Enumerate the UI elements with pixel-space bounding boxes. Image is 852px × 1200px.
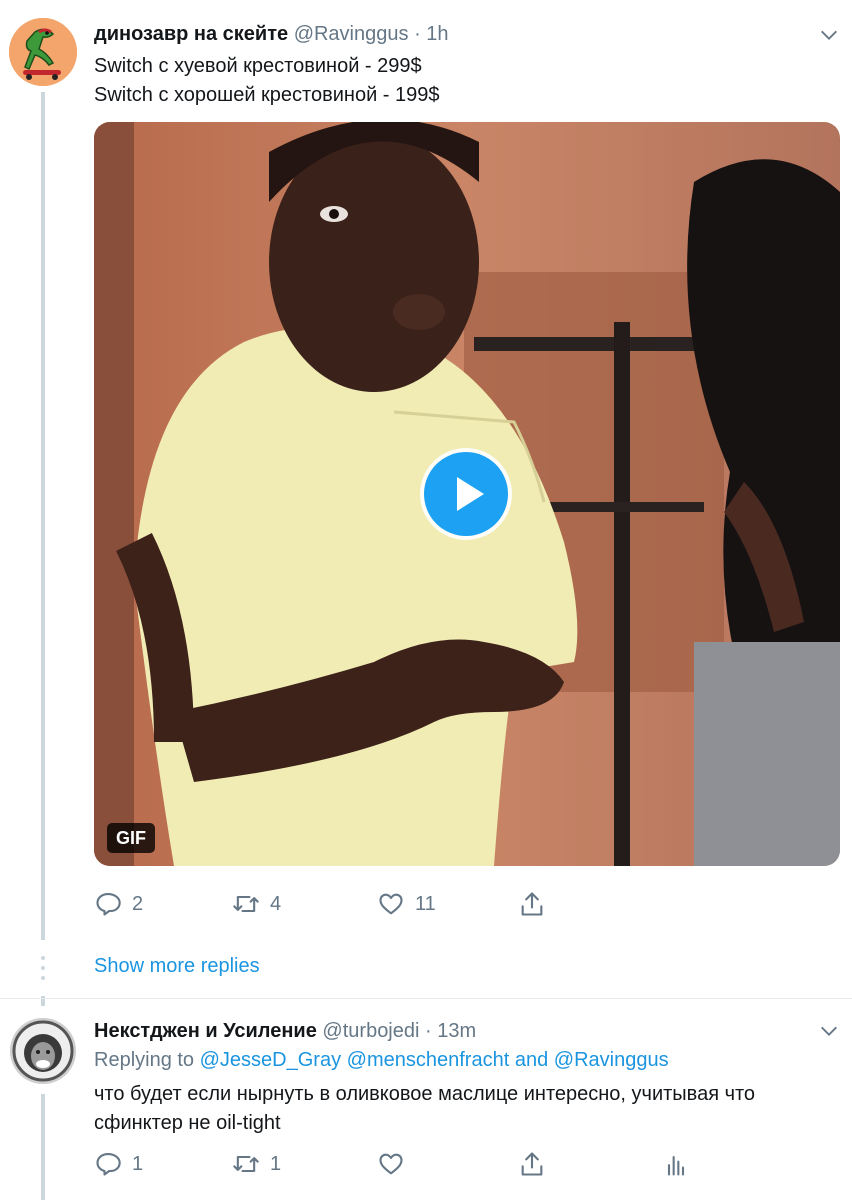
tweet-text-line: Switch с хорошей крестовиной - 199$	[94, 84, 440, 106]
dinosaur-avatar-image	[9, 18, 77, 86]
display-name[interactable]: Некстджен и Усиление	[94, 1020, 317, 1042]
tweet-header: динозавр на скейте @Ravinggus · 1h	[94, 23, 449, 46]
retweet-button[interactable]: 4	[232, 890, 281, 918]
reply-count: 2	[132, 892, 144, 915]
retweet-icon	[233, 1155, 259, 1173]
gif-badge: GIF	[107, 823, 155, 853]
tweet-text-line: Switch с хуевой крестовиной - 299$	[94, 55, 422, 77]
like-button[interactable]: 11	[377, 890, 436, 918]
reply-button[interactable]: 1	[94, 1150, 143, 1178]
tweet-text: что будет если нырнуть в оливковое масли…	[94, 1080, 755, 1138]
user-handle[interactable]: @turbojedi	[322, 1020, 419, 1042]
tweet-text: Switch с хуевой крестовиной - 299$ Switc…	[94, 52, 440, 110]
share-button[interactable]	[518, 1150, 556, 1178]
chevron-down-icon[interactable]	[818, 1020, 840, 1042]
analytics-button[interactable]	[662, 1150, 700, 1178]
astronaut-avatar-image	[10, 1018, 76, 1084]
like-icon	[379, 1153, 403, 1175]
thread-dot	[41, 966, 45, 970]
retweet-count: 4	[270, 892, 282, 915]
show-more-replies-link[interactable]: Show more replies	[94, 955, 260, 978]
tweet-text-line: что будет если нырнуть в оливковое масли…	[94, 1083, 756, 1105]
reply-count: 1	[132, 1152, 144, 1175]
share-icon	[521, 892, 543, 916]
divider	[0, 998, 852, 999]
like-count: 11	[415, 892, 436, 915]
user-handle[interactable]: @Ravinggus	[294, 23, 409, 45]
retweet-count: 1	[270, 1152, 282, 1175]
chevron-down-icon[interactable]	[818, 24, 840, 46]
replying-to-label: Replying to	[94, 1049, 195, 1071]
timestamp[interactable]: 1h	[426, 23, 448, 45]
display-name[interactable]: динозавр на скейте	[94, 23, 288, 45]
retweet-icon	[233, 895, 259, 913]
share-icon	[521, 1152, 543, 1176]
play-icon	[457, 477, 484, 511]
thread-line	[41, 1094, 45, 1200]
tweet-text-line: сфинктер не oil-tight	[94, 1112, 281, 1134]
tweet-header: Некстджен и Усиление @turbojedi · 13m	[94, 1020, 476, 1043]
share-button[interactable]	[518, 890, 556, 918]
thread-dot	[41, 956, 45, 960]
separator: ·	[425, 1020, 432, 1042]
replying-to: Replying to @JesseD_Gray @menschenfracht…	[94, 1049, 669, 1072]
mention-link[interactable]: @JesseD_Gray	[200, 1049, 341, 1071]
reply-icon	[96, 893, 121, 916]
thread-dot	[41, 976, 45, 980]
mention-link[interactable]: @Ravinggus	[554, 1049, 669, 1071]
reply-icon	[96, 1153, 121, 1176]
avatar[interactable]	[9, 18, 77, 86]
like-icon	[379, 893, 403, 915]
thread-line	[41, 92, 45, 940]
avatar[interactable]	[10, 1018, 76, 1084]
timestamp[interactable]: 13m	[437, 1020, 476, 1042]
reply-button[interactable]: 2	[94, 890, 143, 918]
and-text: and	[514, 1049, 549, 1071]
separator: ·	[414, 23, 421, 45]
mention-link[interactable]: @menschenfracht	[347, 1049, 510, 1071]
retweet-button[interactable]: 1	[232, 1150, 281, 1178]
like-button[interactable]	[377, 1150, 415, 1178]
analytics-icon	[667, 1155, 685, 1176]
play-button[interactable]	[424, 452, 508, 536]
